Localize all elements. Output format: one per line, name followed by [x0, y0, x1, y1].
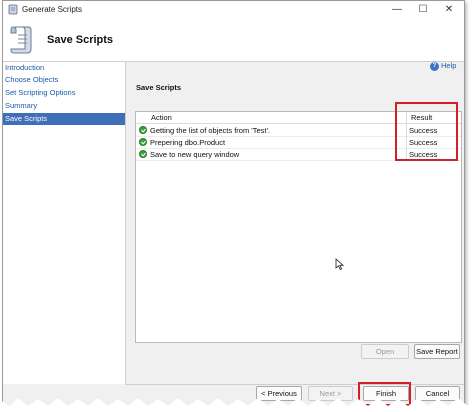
- maximize-button[interactable]: ☐: [410, 1, 436, 19]
- page-title: Save Scripts: [47, 34, 114, 46]
- section-title: Save Scripts: [136, 83, 182, 92]
- minimize-button[interactable]: —: [384, 1, 410, 19]
- help-icon: ?: [430, 61, 439, 71]
- script-scroll-icon: [8, 4, 18, 15]
- row-action-text: Prepering dbo.Product: [150, 138, 226, 147]
- window-title: Generate Scripts: [22, 5, 83, 14]
- sidebar-item-choose-objects[interactable]: Choose Objects: [3, 74, 125, 86]
- mouse-cursor-icon: [335, 258, 344, 271]
- open-button[interactable]: Open: [361, 344, 409, 359]
- torn-edge-decoration: [0, 398, 474, 412]
- result-column-highlight: [395, 102, 458, 161]
- sidebar-item-summary[interactable]: Summary: [3, 100, 125, 112]
- help-label: Help: [441, 61, 457, 70]
- sidebar-item-introduction[interactable]: Introduction: [3, 62, 125, 74]
- script-scroll-icon: [10, 26, 32, 54]
- close-button[interactable]: ✕: [436, 1, 462, 19]
- success-check-icon: [139, 126, 147, 134]
- wizard-steps-sidebar: Introduction Choose Objects Set Scriptin…: [3, 62, 126, 384]
- success-check-icon: [139, 138, 147, 146]
- row-action-text: Getting the list of objects from 'Test'.: [150, 126, 270, 135]
- success-check-icon: [139, 150, 147, 158]
- footer-divider: [125, 384, 464, 385]
- title-bar[interactable]: Generate Scripts — ☐ ✕: [3, 1, 464, 20]
- sidebar-item-save-scripts[interactable]: Save Scripts: [3, 113, 125, 125]
- save-report-button[interactable]: Save Report: [414, 344, 460, 359]
- generate-scripts-window: Generate Scripts — ☐ ✕ Save Scripts Intr…: [2, 0, 465, 407]
- row-action-text: Save to new query window: [150, 150, 240, 159]
- column-header-action[interactable]: Action: [151, 113, 172, 122]
- help-link[interactable]: ? Help: [430, 61, 456, 71]
- wizard-header: Save Scripts: [3, 19, 464, 62]
- sidebar-item-set-scripting-options[interactable]: Set Scripting Options: [3, 87, 125, 99]
